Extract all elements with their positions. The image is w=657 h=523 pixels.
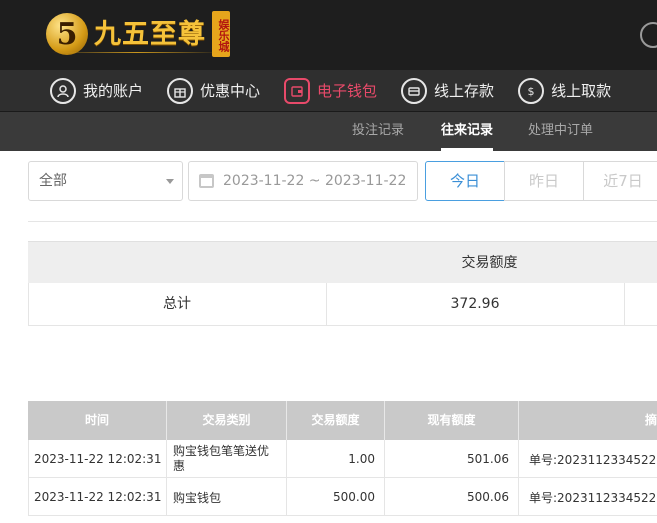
date-range-value: 2023-11-22 ~ 2023-11-22 [223, 173, 407, 189]
brand-seal: 娱乐城 [212, 11, 230, 57]
brand-logo[interactable]: 5 九五至尊 娱乐城 [46, 6, 230, 62]
main-nav: 我的账户 优惠中心 电子钱包 线上存款 $ 线上取款 [0, 70, 657, 112]
nav-label: 优惠中心 [200, 82, 261, 100]
column-header-balance: 现有额度 [385, 401, 519, 440]
cell-balance: 500.06 [385, 478, 519, 516]
calendar-icon [199, 174, 214, 188]
nav-label: 电子钱包 [317, 82, 378, 100]
nav-item-promotions[interactable]: 优惠中心 [167, 70, 260, 112]
nav-item-deposit[interactable]: 线上存款 [401, 70, 494, 112]
tab-transaction-records[interactable]: 往来记录 [441, 112, 494, 151]
nav-item-account[interactable]: 我的账户 [50, 70, 143, 112]
column-header-time: 时间 [28, 401, 167, 440]
cell-memo: 单号:2023112334522 [529, 452, 657, 467]
quick-7days-button[interactable]: 近7日 [583, 161, 657, 201]
summary-total-value: 372.96 [450, 296, 500, 312]
nav-label: 我的账户 [83, 82, 144, 100]
type-select[interactable]: 全部 [28, 161, 183, 201]
cell-balance: 501.06 [385, 440, 519, 478]
nav-label: 线上取款 [551, 82, 612, 100]
detail-table-header: 时间 交易类别 交易额度 现有额度 摘 [28, 401, 657, 440]
brand-name: 九五至尊 [94, 18, 206, 50]
wallet-icon [284, 77, 311, 104]
chevron-down-icon [166, 179, 174, 184]
user-icon [50, 77, 76, 104]
summary-total-label: 总计 [163, 296, 191, 312]
svg-text:$: $ [528, 85, 535, 98]
user-profile-icon[interactable] [640, 22, 657, 48]
quick-yesterday-button[interactable]: 昨日 [504, 161, 584, 201]
cell-time: 2023-11-22 12:02:31 [28, 478, 167, 516]
logo-mark-icon: 5 [46, 13, 88, 55]
cell-type: 购宝钱包笔笔送优惠 [167, 440, 287, 478]
cell-border [624, 283, 625, 326]
table-row: 2023-11-22 12:02:31 购宝钱包笔笔送优惠 1.00 501.0… [28, 440, 657, 478]
tab-pending-orders[interactable]: 处理中订单 [528, 112, 593, 151]
quick-today-button[interactable]: 今日 [425, 161, 505, 201]
date-range-input[interactable]: 2023-11-22 ~ 2023-11-22 [188, 161, 418, 201]
cell-memo: 单号:2023112334522 [529, 490, 657, 505]
gift-icon [167, 77, 194, 104]
tab-bet-records[interactable]: 投注记录 [352, 112, 404, 151]
column-header-type: 交易类别 [167, 401, 287, 440]
cell-amount: 1.00 [287, 440, 385, 478]
deposit-icon [401, 77, 428, 104]
nav-label: 线上存款 [434, 82, 495, 100]
nav-item-withdraw[interactable]: $ 线上取款 [518, 70, 611, 112]
cell-amount: 500.00 [287, 478, 385, 516]
divider [28, 221, 657, 222]
sub-nav: 投注记录 往来记录 处理中订单 [0, 112, 657, 151]
summary-header-label: 交易额度 [461, 255, 518, 271]
table-row: 2023-11-22 12:02:31 购宝钱包 500.00 500.06 单… [28, 478, 657, 516]
cell-type: 购宝钱包 [167, 478, 287, 516]
top-header: 5 九五至尊 娱乐城 [0, 0, 657, 70]
type-select-value: 全部 [39, 173, 67, 189]
summary-row: 总计 372.96 [28, 283, 657, 326]
logo-underline [52, 52, 222, 53]
column-header-amount: 交易额度 [287, 401, 385, 440]
column-header-memo: 摘 [644, 413, 657, 427]
cell-time: 2023-11-22 12:02:31 [28, 440, 167, 478]
withdraw-icon: $ [518, 77, 545, 104]
summary-header: 交易额度 [28, 241, 657, 283]
nav-item-wallet[interactable]: 电子钱包 [284, 70, 377, 112]
